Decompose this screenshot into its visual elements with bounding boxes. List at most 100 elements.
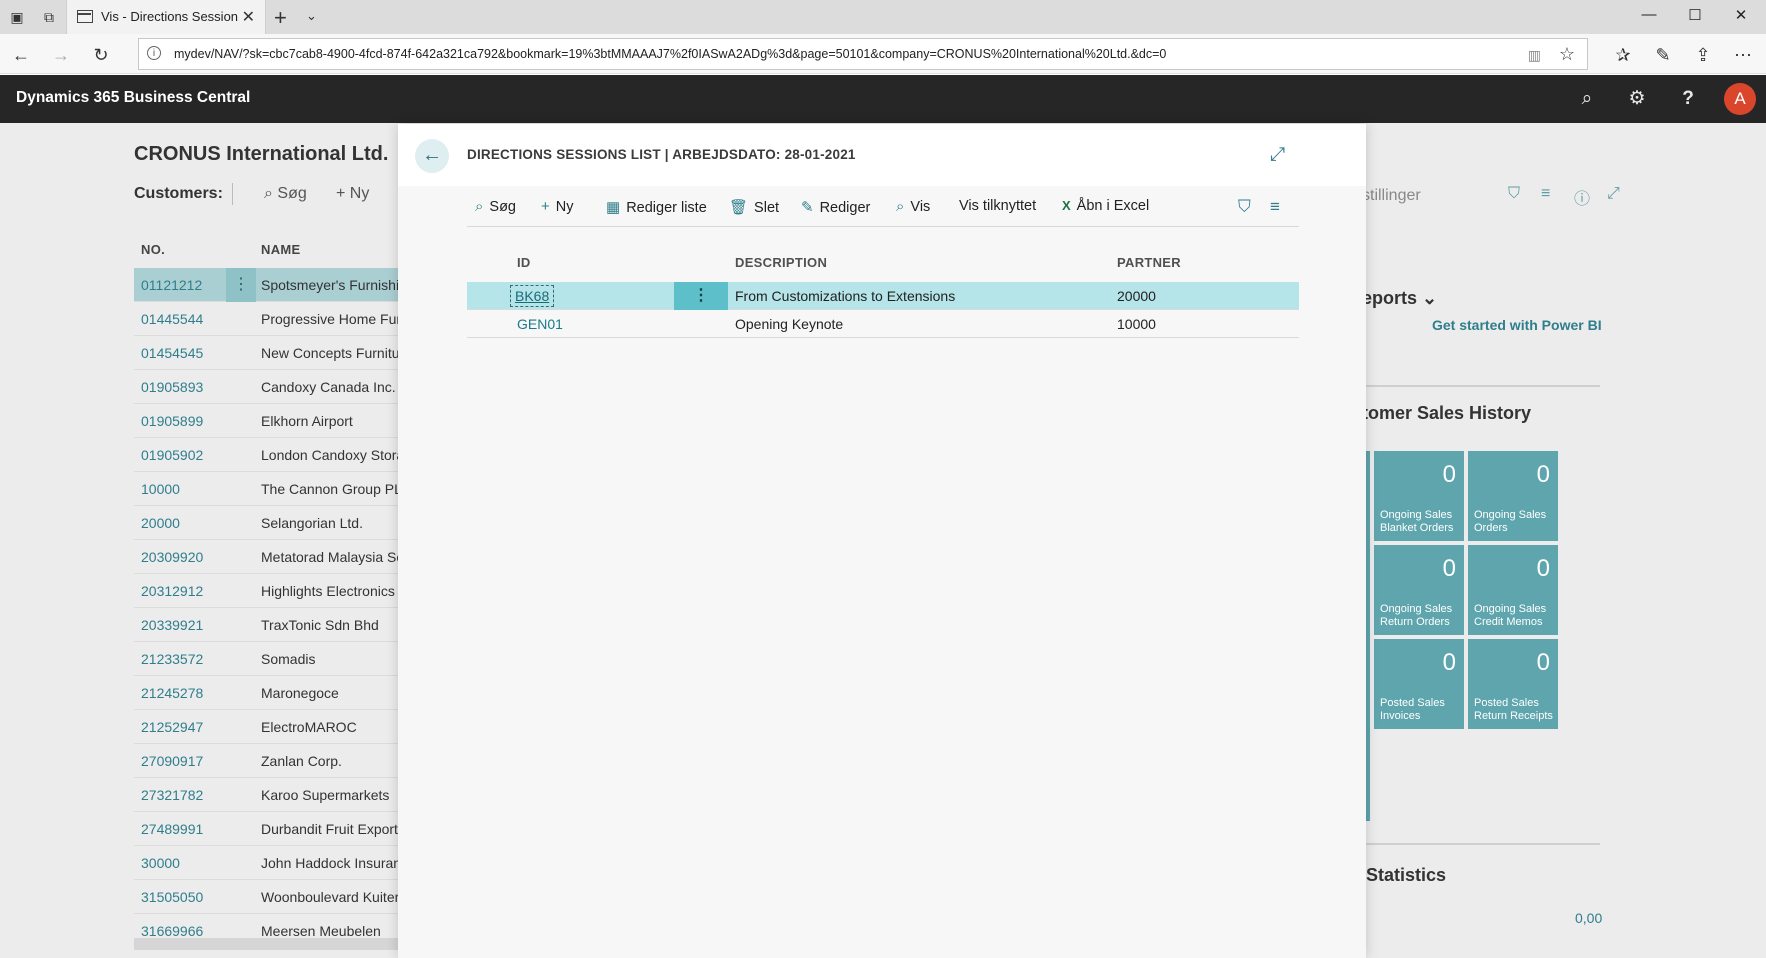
customer-no[interactable]: 01445544 (141, 311, 203, 327)
maximize-icon[interactable]: ☐ (1680, 6, 1710, 28)
customer-name[interactable]: Elkhorn Airport (261, 413, 353, 429)
search-icon[interactable]: ⌕ (1576, 88, 1598, 110)
expand-icon[interactable]: ⤢ (1270, 144, 1285, 166)
table-row[interactable]: 01905893 Candoxy Canada Inc. (134, 370, 414, 404)
sales-tile[interactable]: 0 Ongoing Sales Orders (1468, 451, 1558, 541)
browser-tab[interactable]: Vis - Directions Session: ✕ (66, 0, 266, 34)
sales-tile[interactable]: 0 Ongoing Sales Return Orders (1374, 545, 1464, 635)
session-description[interactable]: From Customizations to Extensions (735, 288, 955, 304)
table-row[interactable]: 01905899 Elkhorn Airport (134, 404, 414, 438)
table-row[interactable]: 21233572 Somadis (134, 642, 414, 676)
share-icon[interactable]: ⇪ (1692, 44, 1714, 66)
url-field[interactable]: i mydev/NAV/?sk=cbc7cab8-4900-4fcd-874f-… (138, 38, 1588, 70)
column-header-partner[interactable]: PARTNER (1117, 255, 1181, 270)
info-icon[interactable]: ⓘ (1574, 185, 1590, 209)
table-row[interactable]: 21252947 ElectroMAROC (134, 710, 414, 744)
table-row[interactable]: 27090917 Zanlan Corp. (134, 744, 414, 778)
new-button[interactable]: + Ny (541, 198, 574, 215)
table-row[interactable]: GEN01 Opening Keynote 10000 (467, 310, 1299, 338)
close-window-icon[interactable]: ✕ (1726, 6, 1756, 28)
open-in-excel-button[interactable]: X Åbn i Excel (1062, 198, 1149, 214)
customer-name[interactable]: TraxTonic Sdn Bhd (261, 617, 379, 633)
help-icon[interactable]: ? (1677, 88, 1699, 110)
view-button[interactable]: ⌕ Vis (896, 198, 930, 215)
customer-name[interactable]: Selangorian Ltd. (261, 515, 363, 531)
customer-name[interactable]: Karoo Supermarkets (261, 787, 389, 803)
row-actions-icon[interactable]: ⋮ (674, 282, 728, 310)
column-header-id[interactable]: ID (517, 255, 531, 270)
table-row[interactable]: 10000 The Cannon Group PLC (134, 472, 414, 506)
session-id-link[interactable]: BK68 (510, 285, 555, 307)
sales-tile[interactable]: 0 Ongoing Sales Credit Memos (1468, 545, 1558, 635)
table-row[interactable]: BK68 ⋮ From Customizations to Extensions… (467, 282, 1299, 310)
customer-no[interactable]: 30000 (141, 855, 180, 871)
table-row[interactable]: 27489991 Durbandit Fruit Export (134, 812, 414, 846)
customer-no[interactable]: 20309920 (141, 549, 203, 565)
customer-no[interactable]: 27090917 (141, 753, 203, 769)
sales-tile[interactable]: 0 Posted Sales Return Receipts (1468, 639, 1558, 729)
customer-name[interactable]: Progressive Home Fur (261, 311, 401, 327)
customer-no[interactable]: 20339921 (141, 617, 203, 633)
customer-name[interactable]: Metatorad Malaysia Sc (261, 549, 403, 565)
customer-name[interactable]: Highlights Electronics (261, 583, 395, 599)
customer-no[interactable]: 01905902 (141, 447, 203, 463)
favorites-icon[interactable]: ✰ (1612, 44, 1634, 66)
customer-name[interactable]: Durbandit Fruit Export (261, 821, 398, 837)
minimize-icon[interactable]: — (1634, 6, 1664, 28)
site-info-icon[interactable]: i (147, 46, 161, 60)
customer-no[interactable]: 31669966 (141, 923, 203, 939)
customer-name[interactable]: The Cannon Group PLC (261, 481, 412, 497)
sales-tile[interactable]: 0 Posted Sales Invoices (1374, 639, 1464, 729)
chevron-down-icon[interactable]: ⌄ (306, 8, 317, 24)
customer-name[interactable]: John Haddock Insuran (261, 855, 401, 871)
customer-no[interactable]: 21245278 (141, 685, 203, 701)
list-icon[interactable]: ≡ (1541, 185, 1550, 203)
avatar[interactable]: A (1724, 83, 1756, 115)
customer-name[interactable]: Zanlan Corp. (261, 753, 342, 769)
reading-view-icon[interactable]: ▥ (1528, 47, 1541, 64)
edit-list-button[interactable]: ▦ Rediger liste (606, 198, 707, 216)
customer-no[interactable]: 20312912 (141, 583, 203, 599)
row-actions-icon[interactable]: ⋮ (226, 268, 256, 302)
customer-no[interactable]: 27321782 (141, 787, 203, 803)
customer-name[interactable]: Spotsmeyer's Furnishi (261, 277, 399, 293)
session-description[interactable]: Opening Keynote (735, 316, 843, 332)
horizontal-scrollbar[interactable] (134, 938, 414, 950)
back-button[interactable]: ← (415, 139, 449, 173)
back-icon[interactable]: ← (10, 44, 32, 66)
customer-no[interactable]: 20000 (141, 515, 180, 531)
customer-name[interactable]: Woonboulevard Kuiter (261, 889, 399, 905)
session-partner[interactable]: 10000 (1117, 316, 1156, 332)
customer-name[interactable]: Maronegoce (261, 685, 339, 701)
column-header-description[interactable]: DESCRIPTION (735, 255, 827, 270)
expand-icon[interactable]: ⤢ (1607, 185, 1620, 203)
table-row[interactable]: 20000 Selangorian Ltd. (134, 506, 414, 540)
table-row[interactable]: 31505050 Woonboulevard Kuiter (134, 880, 414, 914)
customer-name[interactable]: Meersen Meubelen (261, 923, 381, 939)
set-aside-tabs-icon[interactable]: ⧉ (40, 8, 58, 26)
customer-name[interactable]: Somadis (261, 651, 315, 667)
filter-icon[interactable]: ⛉ (1238, 197, 1251, 217)
refresh-icon[interactable]: ↻ (90, 44, 112, 66)
tab-actions-icon[interactable]: ▣ (8, 8, 26, 26)
table-row[interactable]: 27321782 Karoo Supermarkets (134, 778, 414, 812)
customer-name[interactable]: Candoxy Canada Inc. (261, 379, 396, 395)
view-attached-button[interactable]: Vis tilknyttet (959, 198, 1036, 214)
more-icon[interactable]: ⋯ (1732, 44, 1754, 66)
session-id-link[interactable]: GEN01 (517, 316, 563, 332)
power-bi-link[interactable]: Get started with Power BI (1432, 317, 1602, 333)
customer-no[interactable]: 10000 (141, 481, 180, 497)
statistics-value[interactable]: 0,00 (1575, 910, 1602, 926)
table-row[interactable]: 20309920 Metatorad Malaysia Sc (134, 540, 414, 574)
table-row[interactable]: 01905902 London Candoxy Stora (134, 438, 414, 472)
favorite-star-icon[interactable]: ☆ (1559, 44, 1575, 65)
table-row[interactable]: 01121212 ⋮ Spotsmeyer's Furnishi (134, 268, 414, 302)
customer-no[interactable]: 01905899 (141, 413, 203, 429)
table-row[interactable]: 20312912 Highlights Electronics (134, 574, 414, 608)
list-settings-icon[interactable]: ≡ (1270, 197, 1280, 217)
customer-name[interactable]: ElectroMAROC (261, 719, 357, 735)
customer-no[interactable]: 01454545 (141, 345, 203, 361)
new-tab-icon[interactable]: + (274, 5, 287, 31)
customer-no[interactable]: 31505050 (141, 889, 203, 905)
table-row[interactable]: 21245278 Maronegoce (134, 676, 414, 710)
